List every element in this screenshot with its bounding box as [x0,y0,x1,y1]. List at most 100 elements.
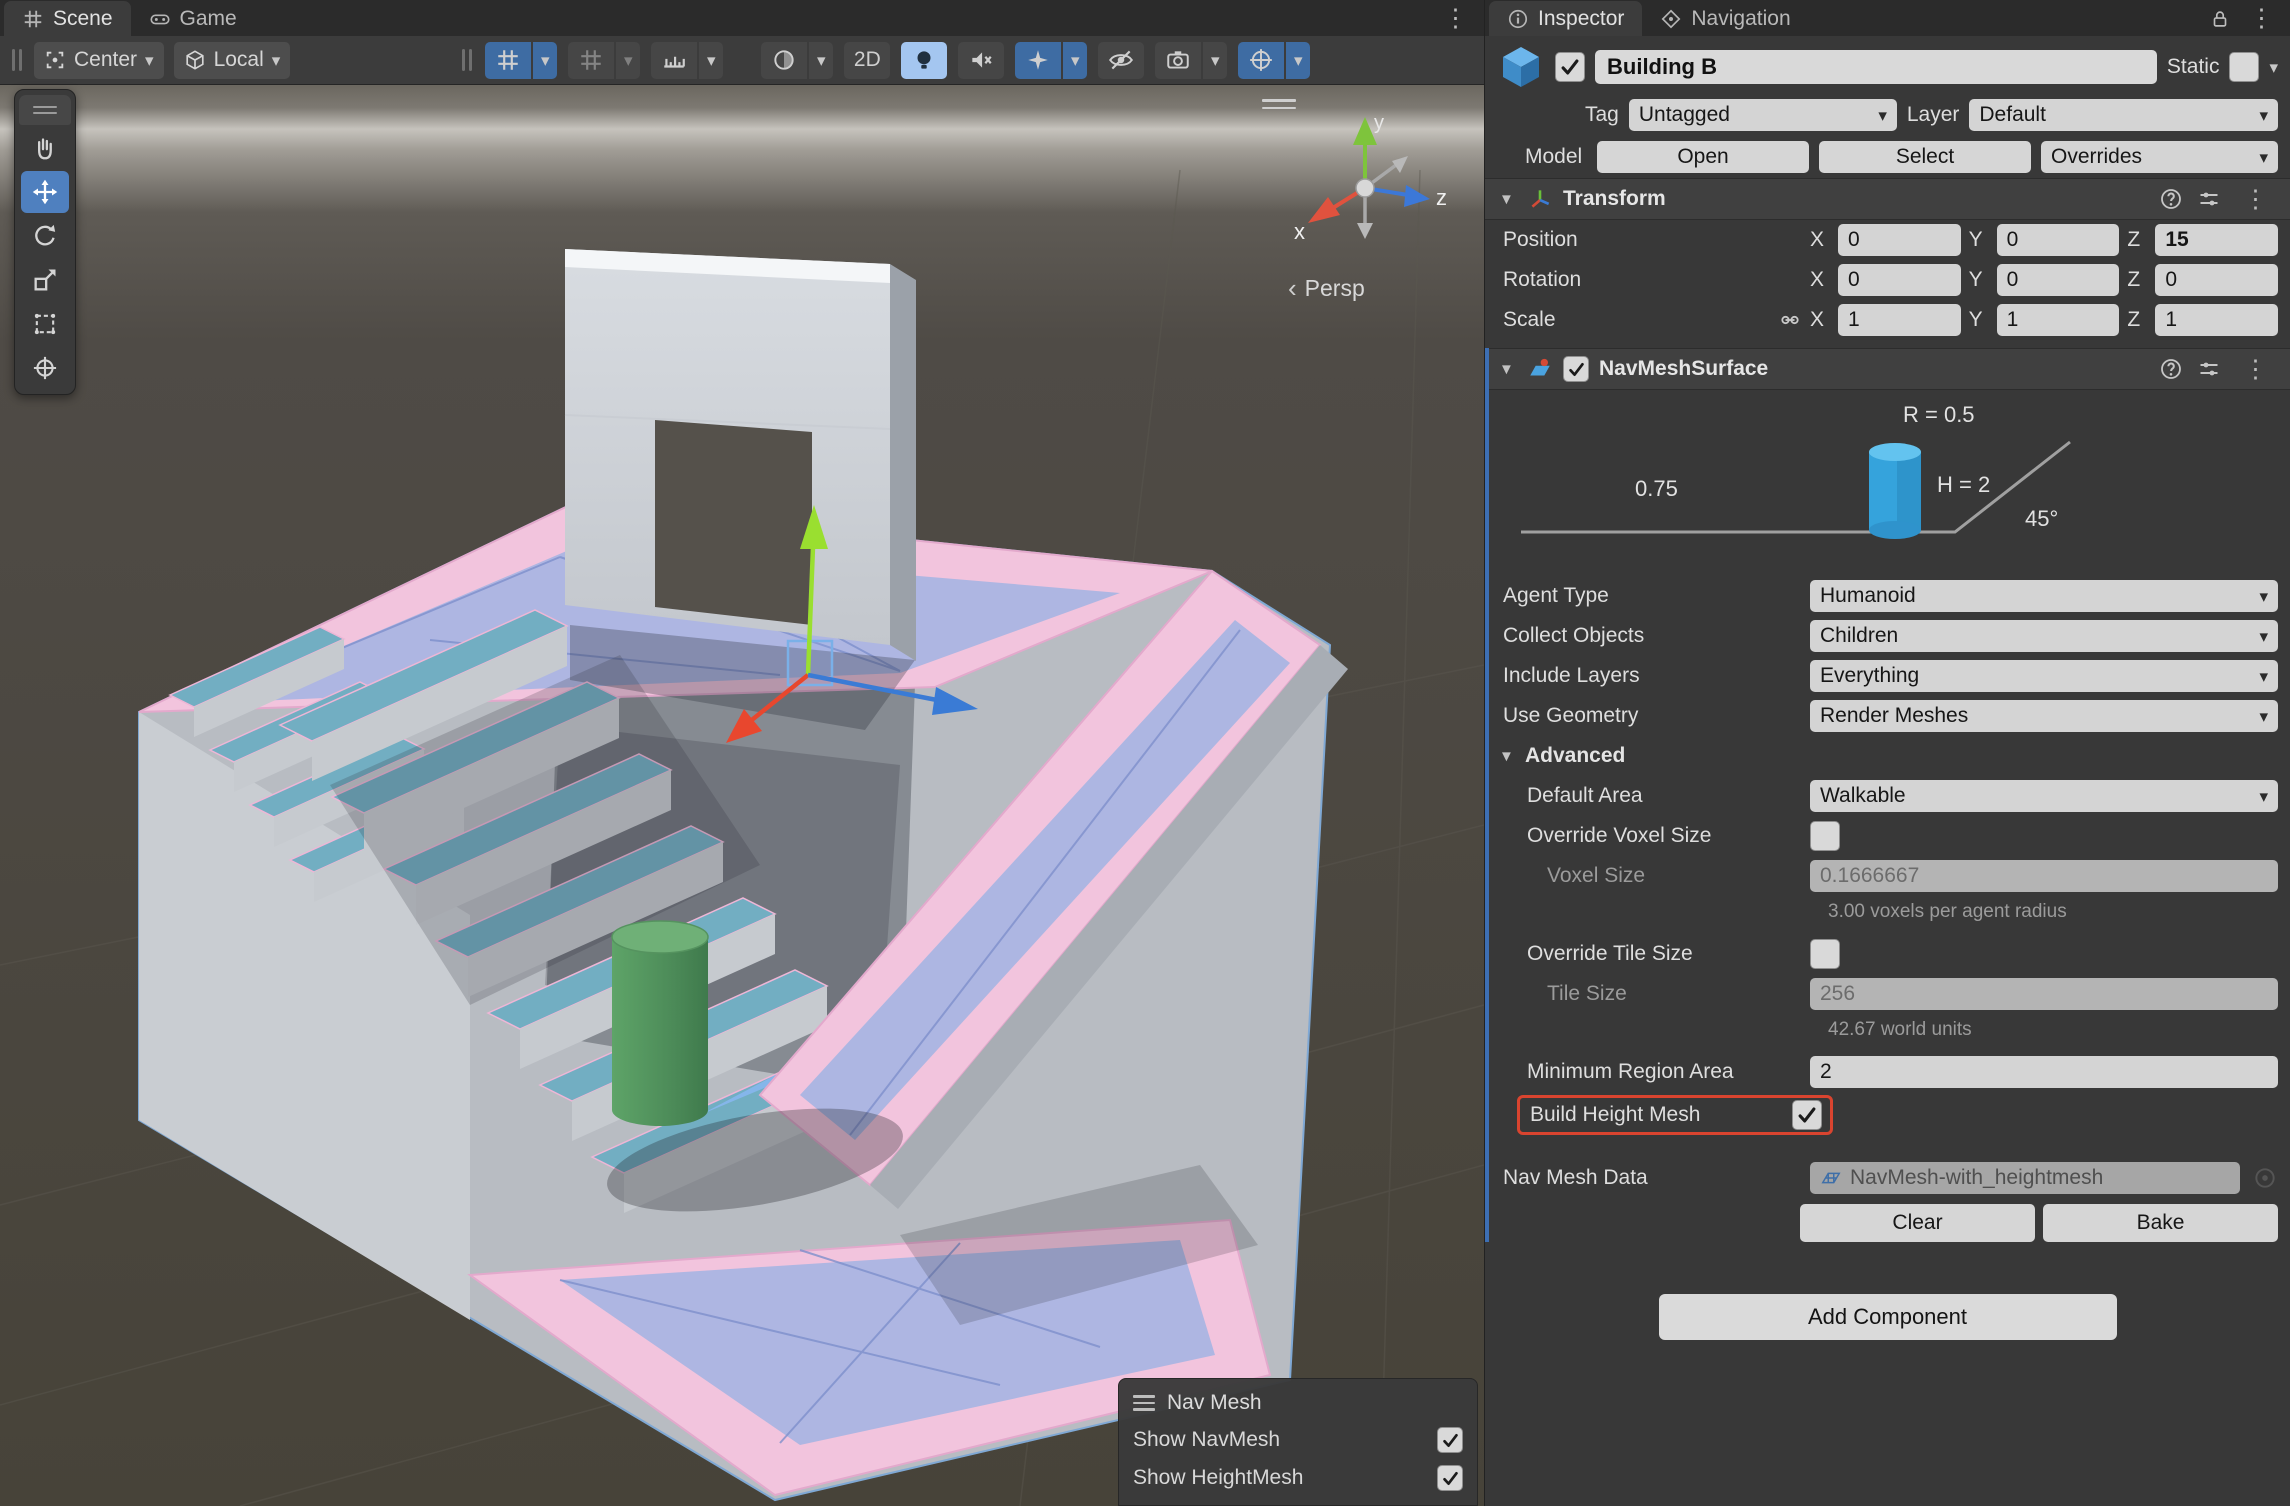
gizmos-dropdown[interactable]: ▾ [1286,42,1310,79]
foldout-icon[interactable]: ▼ [1499,191,1517,208]
help-icon[interactable] [2159,357,2183,381]
tag-layer-row: Tag Untagged ▾ Layer Default ▾ [1485,94,2290,136]
override-tile-checkbox[interactable] [1810,939,1840,969]
tab-game[interactable]: Game [131,1,255,36]
camera-settings-button[interactable] [1155,42,1201,79]
build-height-mesh-checkbox[interactable] [1792,1100,1822,1130]
object-picker-icon[interactable] [2252,1165,2278,1191]
shading-mode-button[interactable] [761,42,807,79]
navmeshsurface-header[interactable]: ▼ NavMeshSurface ⋮ [1485,348,2290,390]
show-navmesh-row: Show NavMesh [1133,1421,1463,1459]
snap-toggle-button[interactable] [568,42,614,79]
position-x-field[interactable]: 0 [1838,224,1961,256]
nav-mesh-data-value: NavMesh-with_heightmesh [1850,1166,2103,1190]
lighting-toggle-button[interactable] [901,42,947,79]
model-open-button[interactable]: Open [1597,141,1809,173]
tab-navigation-label: Navigation [1691,7,1790,31]
scale-tool[interactable] [21,259,69,301]
override-voxel-checkbox[interactable] [1810,821,1840,851]
light-bulb-icon [911,47,937,73]
grid-icon [495,47,521,73]
position-y-field[interactable]: 0 [1997,224,2120,256]
tag-dropdown[interactable]: Untagged ▾ [1629,99,1897,131]
component-menu-icon[interactable]: ⋮ [2235,187,2276,212]
use-geometry-dropdown[interactable]: Render Meshes▾ [1810,700,2278,732]
toolbar-drag-handle[interactable] [460,49,474,71]
include-layers-dropdown[interactable]: Everything▾ [1810,660,2278,692]
bake-button[interactable]: Bake [2043,1204,2278,1242]
collect-objects-dropdown[interactable]: Children▾ [1810,620,2278,652]
transform-header[interactable]: ▼ Transform ⋮ [1485,178,2290,220]
handle-rotation-label: Local [214,48,264,72]
foldout-icon[interactable]: ▼ [1499,361,1517,378]
grid-visibility-dropdown[interactable]: ▾ [533,42,557,79]
tab-navigation[interactable]: Navigation [1642,1,1808,36]
rotation-x-field[interactable]: 0 [1838,264,1961,296]
help-icon[interactable] [2159,187,2183,211]
clear-button[interactable]: Clear [1800,1204,2035,1242]
agent-type-dropdown[interactable]: Humanoid▾ [1810,580,2278,612]
2d-toggle-button[interactable]: 2D [844,42,890,79]
gamepad-icon [149,8,171,30]
show-navmesh-checkbox[interactable] [1437,1427,1463,1453]
lock-icon[interactable] [2209,8,2231,30]
snap-dropdown[interactable]: ▾ [616,42,640,79]
snap-increment-button[interactable] [651,42,697,79]
rotation-y-field[interactable]: 0 [1997,264,2120,296]
scale-y-field[interactable]: 1 [1997,304,2120,336]
position-z-field[interactable]: 15 [2155,224,2278,256]
overlay-handle-icon[interactable] [1133,1395,1155,1411]
default-area-dropdown[interactable]: Walkable▾ [1810,780,2278,812]
layer-dropdown[interactable]: Default ▾ [1969,99,2278,131]
shading-mode-dropdown[interactable]: ▾ [809,42,833,79]
effects-dropdown[interactable]: ▾ [1063,42,1087,79]
scale-z-field[interactable]: 1 [2155,304,2278,336]
rect-tool[interactable] [21,303,69,345]
camera-settings-dropdown[interactable]: ▾ [1203,42,1227,79]
inspector-menu-icon[interactable]: ⋮ [2241,6,2282,31]
tab-scene[interactable]: Scene [4,1,131,36]
overrides-dropdown[interactable]: Overrides ▾ [2041,141,2278,173]
gameobject-name-field[interactable]: Building B [1595,50,2157,84]
audio-mute-button[interactable] [958,42,1004,79]
grid-visibility-button[interactable] [485,42,531,79]
static-label: Static [2167,55,2220,79]
snap-increment-dropdown[interactable]: ▾ [699,42,723,79]
link-icon[interactable] [1778,308,1802,332]
toolbar-drag-handle[interactable] [10,49,24,71]
axis-y-label: y [1374,112,1384,134]
handle-rotation-dropdown[interactable]: Local ▾ [174,42,291,79]
effects-toggle-button[interactable] [1015,42,1061,79]
component-enabled-checkbox[interactable] [1563,356,1589,382]
model-select-button[interactable]: Select [1819,141,2031,173]
component-menu-icon[interactable]: ⋮ [2235,357,2276,382]
rotation-z-field[interactable]: 0 [2155,264,2278,296]
scene-viewport[interactable]: x z y ‹ Persp Nav Mesh Show NavMesh [0,85,1484,1506]
move-tool[interactable] [21,171,69,213]
gizmos-toggle-button[interactable] [1238,42,1284,79]
static-checkbox[interactable] [2229,52,2259,82]
palette-drag-handle[interactable] [19,95,71,125]
advanced-foldout[interactable]: ▼ Advanced [1485,736,2290,776]
scene-menu-icon[interactable]: ⋮ [1435,6,1476,31]
rotate-tool[interactable] [21,215,69,257]
pivot-icon [44,49,66,71]
transform-tool[interactable] [21,347,69,389]
pivot-mode-dropdown[interactable]: Center ▾ [34,42,164,79]
view-hand-tool[interactable] [21,127,69,169]
chevron-down-icon: ▾ [272,52,281,69]
orientation-gizmo[interactable]: x z y [1280,103,1450,273]
scene-visibility-button[interactable] [1098,42,1144,79]
show-heightmesh-checkbox[interactable] [1437,1465,1463,1491]
static-dropdown-icon[interactable]: ▾ [2269,59,2278,76]
add-component-button[interactable]: Add Component [1659,1294,2117,1340]
presets-icon[interactable] [2197,357,2221,381]
active-checkbox[interactable] [1555,52,1585,82]
scale-x-field[interactable]: 1 [1838,304,1961,336]
nav-mesh-data-field[interactable]: NavMesh-with_heightmesh [1810,1162,2240,1194]
presets-icon[interactable] [2197,187,2221,211]
min-region-field[interactable]: 2 [1810,1056,2278,1088]
projection-label[interactable]: ‹ Persp [1288,273,1438,304]
tab-inspector[interactable]: Inspector [1489,1,1642,36]
model-row: Model Open Select Overrides ▾ [1485,136,2290,178]
